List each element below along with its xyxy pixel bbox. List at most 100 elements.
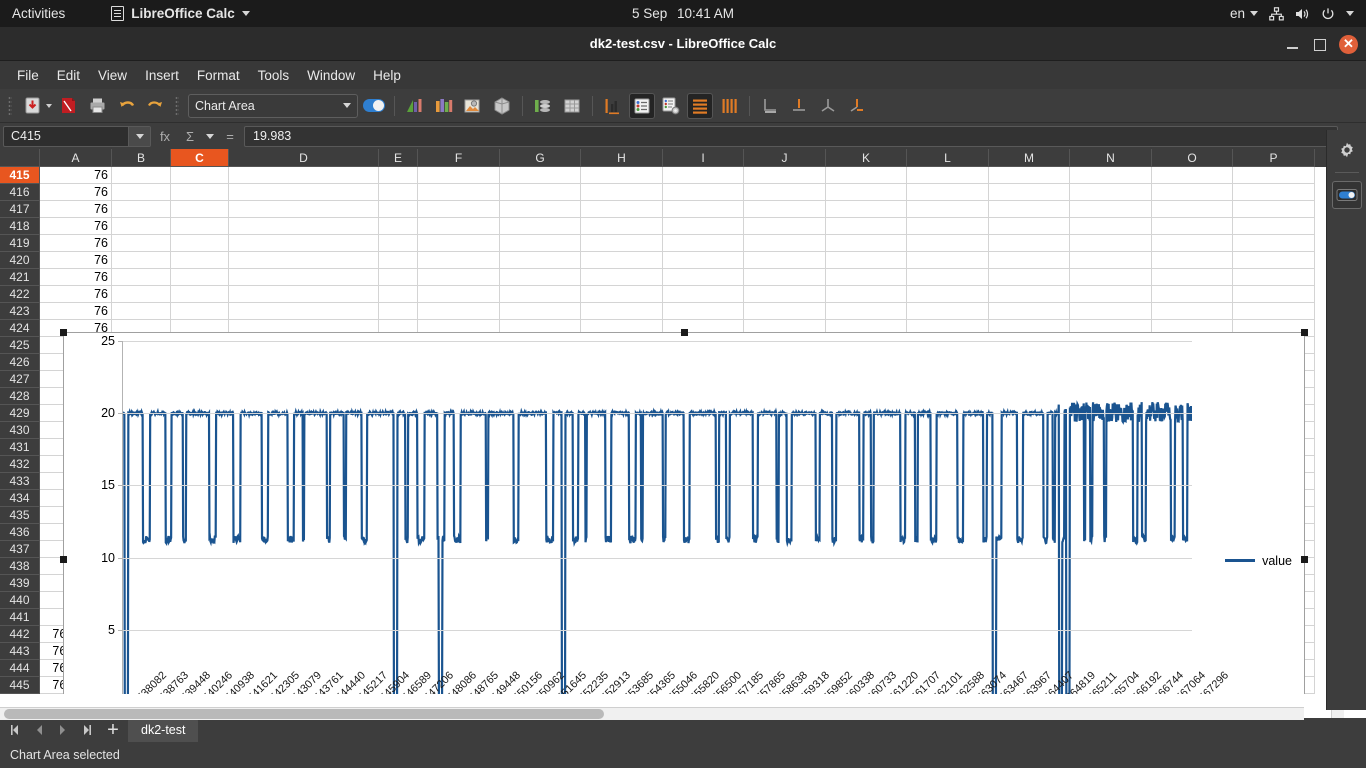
toolbar-grip[interactable] (8, 95, 12, 116)
cell[interactable] (171, 235, 229, 252)
row-header-420[interactable]: 420 (0, 252, 40, 269)
cell[interactable] (907, 286, 989, 303)
row-header-423[interactable]: 423 (0, 303, 40, 320)
cell[interactable] (229, 269, 379, 286)
column-header-b[interactable]: B (112, 149, 171, 167)
cell[interactable] (1070, 201, 1152, 218)
cell[interactable] (171, 184, 229, 201)
cell[interactable] (112, 201, 171, 218)
cell[interactable] (581, 201, 663, 218)
cell[interactable] (989, 303, 1070, 320)
cell[interactable] (229, 303, 379, 320)
save-dropdown-icon[interactable] (46, 103, 52, 108)
cell[interactable] (907, 218, 989, 235)
cell[interactable] (112, 235, 171, 252)
next-sheet-icon[interactable] (52, 719, 74, 741)
chart-vertical-grids-icon[interactable] (716, 93, 742, 119)
cell[interactable] (379, 201, 418, 218)
cell[interactable]: 76 (40, 235, 112, 252)
cell[interactable] (1233, 269, 1315, 286)
cell[interactable] (229, 235, 379, 252)
function-wizard-icon[interactable]: fx (154, 126, 176, 147)
cell[interactable] (1152, 269, 1233, 286)
chart-object[interactable]: 0510152025 76538082765387637653944876540… (60, 329, 1308, 694)
minimize-button[interactable] (1285, 37, 1300, 52)
input-line[interactable]: 19.983 (244, 125, 1338, 147)
cell[interactable] (229, 201, 379, 218)
row-header-416[interactable]: 416 (0, 184, 40, 201)
chart-legend[interactable]: value (1225, 554, 1292, 568)
cell[interactable] (1152, 201, 1233, 218)
cell[interactable] (826, 184, 907, 201)
cell[interactable] (826, 201, 907, 218)
cell[interactable]: 76 (40, 201, 112, 218)
horizontal-scrollbar[interactable] (0, 707, 1304, 720)
cell[interactable] (418, 286, 500, 303)
name-box-dropdown-icon[interactable] (128, 126, 150, 146)
cell[interactable] (744, 184, 826, 201)
column-header-m[interactable]: M (989, 149, 1070, 167)
cell[interactable] (500, 201, 581, 218)
cell[interactable] (744, 235, 826, 252)
row-header-421[interactable]: 421 (0, 269, 40, 286)
row-header-425[interactable]: 425 (0, 337, 40, 354)
maximize-button[interactable] (1312, 37, 1327, 52)
cell[interactable] (1070, 184, 1152, 201)
cell[interactable] (663, 184, 744, 201)
chart-element-selector[interactable]: Chart Area (188, 93, 358, 118)
row-header-424[interactable]: 424 (0, 320, 40, 337)
cell[interactable] (379, 235, 418, 252)
cell[interactable] (171, 201, 229, 218)
keyboard-language-button[interactable]: en (1230, 6, 1258, 21)
sheet-tab-dk2-test[interactable]: dk2-test (128, 718, 199, 742)
row-header-445[interactable]: 445 (0, 677, 40, 694)
export-pdf-icon[interactable] (55, 93, 81, 119)
cell[interactable] (663, 235, 744, 252)
cell[interactable] (112, 286, 171, 303)
chart-all-axes-icon[interactable] (844, 93, 870, 119)
cell[interactable] (663, 303, 744, 320)
power-icon[interactable] (1321, 7, 1335, 21)
cell[interactable] (663, 252, 744, 269)
column-header-e[interactable]: E (379, 149, 418, 167)
menu-tools[interactable]: Tools (249, 64, 299, 87)
cell[interactable] (826, 286, 907, 303)
cell[interactable]: 76 (40, 303, 112, 320)
cell[interactable] (989, 235, 1070, 252)
cell[interactable] (907, 167, 989, 184)
cell[interactable] (418, 184, 500, 201)
cell[interactable] (663, 167, 744, 184)
cell[interactable] (826, 167, 907, 184)
cell[interactable] (112, 167, 171, 184)
row-header-418[interactable]: 418 (0, 218, 40, 235)
name-box[interactable]: C415 (3, 125, 151, 147)
cell[interactable] (1152, 167, 1233, 184)
cell[interactable] (229, 218, 379, 235)
table-row[interactable]: 76 (40, 201, 1366, 218)
cell[interactable] (663, 201, 744, 218)
undo-icon[interactable] (113, 93, 139, 119)
column-header-n[interactable]: N (1070, 149, 1152, 167)
cell[interactable] (744, 218, 826, 235)
cell[interactable] (1152, 235, 1233, 252)
cell[interactable] (500, 269, 581, 286)
cell[interactable] (500, 252, 581, 269)
cell[interactable] (1070, 235, 1152, 252)
first-sheet-icon[interactable] (4, 719, 26, 741)
cell[interactable] (663, 269, 744, 286)
cell[interactable] (500, 218, 581, 235)
horizontal-scrollbar-thumb[interactable] (4, 709, 604, 719)
cell[interactable] (112, 252, 171, 269)
row-header-444[interactable]: 444 (0, 660, 40, 677)
table-row[interactable]: 76 (40, 286, 1366, 303)
cell[interactable] (418, 201, 500, 218)
cell[interactable] (581, 184, 663, 201)
cell[interactable] (1233, 252, 1315, 269)
network-icon[interactable] (1269, 6, 1284, 21)
cell[interactable] (1233, 218, 1315, 235)
cell[interactable] (1233, 201, 1315, 218)
cell[interactable] (418, 269, 500, 286)
cell[interactable] (1070, 286, 1152, 303)
cell[interactable] (1070, 167, 1152, 184)
cell[interactable] (379, 252, 418, 269)
